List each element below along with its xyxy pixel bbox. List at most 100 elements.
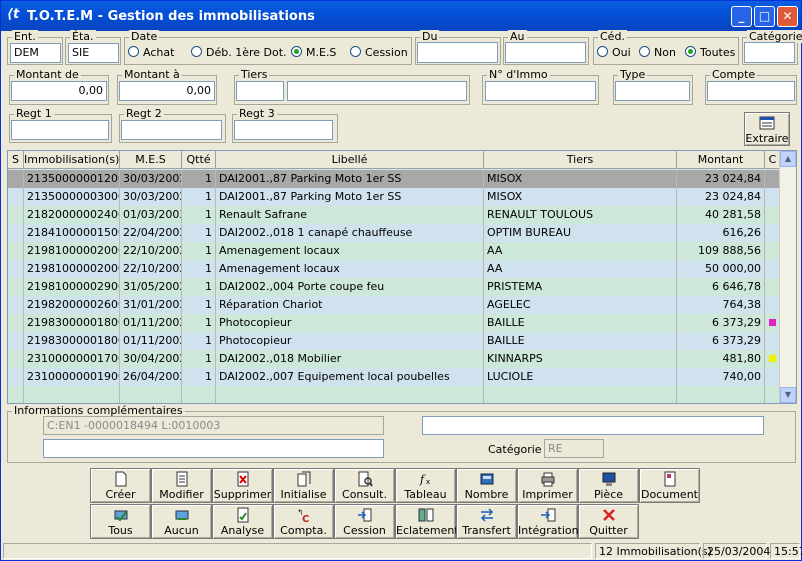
cell-mes: 22/04/2002	[120, 224, 182, 242]
cell-mes: 26/04/2002	[120, 368, 182, 386]
regt3-input[interactable]	[234, 120, 333, 140]
info-field-1: C:EN1 -0000018494 L:0010003	[43, 416, 384, 435]
table-row[interactable]: 21350000003000030/03/20021DAI2001.,87 Pa…	[8, 188, 781, 206]
col-libelle[interactable]: Libellé	[216, 151, 484, 169]
col-mes[interactable]: M.E.S	[120, 151, 182, 169]
cell-mes: 01/03/2003	[120, 206, 182, 224]
maximize-button[interactable]: □	[754, 6, 775, 27]
radio-deb-dot[interactable]: Déb. 1ère Dot.	[191, 46, 287, 59]
nombre-button[interactable]: Nombre	[456, 468, 517, 503]
categorie-input[interactable]	[744, 42, 795, 63]
document-button[interactable]: Document	[639, 468, 700, 503]
radio-oui[interactable]: Oui	[597, 46, 631, 59]
col-immobilisation[interactable]: Immobilisation(s)	[24, 151, 120, 169]
imprimer-label: Imprimer	[522, 488, 573, 501]
radio-dot	[128, 46, 139, 57]
imprimer-button[interactable]: Imprimer	[517, 468, 578, 503]
cell-libelle: Réparation Chariot	[216, 296, 484, 314]
cell-empty	[182, 386, 216, 403]
table-row[interactable]: 21983000001800001/11/20021PhotocopieurBA…	[8, 314, 781, 332]
cell-tiers: AA	[484, 260, 677, 278]
cell-immo: 218410000015000	[24, 224, 120, 242]
info-field-3	[43, 439, 384, 458]
radio-non[interactable]: Non	[639, 46, 676, 59]
compta-button[interactable]: ↰ C Compta.	[273, 504, 334, 539]
table-row[interactable]: 21350000001200030/03/20021DAI2001.,87 Pa…	[8, 170, 781, 188]
radio-mes[interactable]: M.E.S	[291, 46, 336, 59]
quitter-label: Quitter	[589, 524, 628, 537]
info-categorie-label: Catégorie	[488, 443, 542, 456]
cell-empty	[24, 386, 120, 403]
montant-de-input[interactable]: 0,00	[11, 81, 107, 101]
cell-tiers: PRISTEMA	[484, 278, 677, 296]
aucun-button[interactable]: Aucun	[151, 504, 212, 539]
transfert-button[interactable]: Transfert	[456, 504, 517, 539]
status-empty	[3, 543, 592, 559]
eta-input[interactable]: SIE	[68, 43, 119, 63]
cession-button[interactable]: Cession	[334, 504, 395, 539]
compte-input[interactable]	[707, 81, 795, 101]
supprimer-button[interactable]: Supprimer	[212, 468, 273, 503]
num-immo-label: N° d'Immo	[487, 68, 550, 81]
table-row[interactable]: 23100000001900026/04/20021DAI2002.,007 E…	[8, 368, 781, 386]
tiers-input[interactable]	[287, 81, 467, 101]
creer-button[interactable]: Créer	[90, 468, 151, 503]
extraire-button[interactable]: Extraire	[744, 112, 790, 146]
minimize-button[interactable]: _	[731, 6, 752, 27]
close-button[interactable]: ✕	[777, 6, 798, 27]
monitor-icon	[601, 471, 617, 487]
immobilisations-table[interactable]: S Immobilisation(s) M.E.S Qtté Libellé T…	[7, 150, 797, 404]
type-input[interactable]	[615, 81, 690, 101]
cell-montant: 616,26	[677, 224, 765, 242]
du-input[interactable]	[417, 42, 498, 63]
integration-label: Intégration	[518, 524, 579, 537]
table-row[interactable]: 21841000001500022/04/20021DAI2002.,018 1…	[8, 224, 781, 242]
cell-tiers: BAILLE	[484, 314, 677, 332]
regt1-input[interactable]	[11, 120, 109, 140]
cell-mes: 01/11/2002	[120, 314, 182, 332]
radio-toutes[interactable]: Toutes	[685, 46, 735, 59]
eclatement-button[interactable]: Eclatement	[395, 504, 459, 539]
piece-button[interactable]: Pièce	[578, 468, 639, 503]
function-icon: fx	[418, 471, 434, 487]
integration-button[interactable]: Intégration	[517, 504, 579, 539]
table-row[interactable]: 21982000002600031/01/20021Réparation Cha…	[8, 296, 781, 314]
num-immo-input[interactable]	[485, 81, 596, 101]
consult-icon	[357, 471, 373, 487]
radio-dot	[350, 46, 361, 57]
col-s[interactable]: S	[8, 151, 24, 169]
scroll-down-arrow-icon[interactable]: ▼	[780, 387, 796, 403]
col-tiers[interactable]: Tiers	[484, 151, 677, 169]
cell-montant: 50 000,00	[677, 260, 765, 278]
regt2-input[interactable]	[121, 120, 222, 140]
nombre-label: Nombre	[464, 488, 509, 501]
table-row[interactable]: 21981000002000122/10/20021Amenagement lo…	[8, 260, 781, 278]
cell-mes: 30/03/2002	[120, 170, 182, 188]
col-montant[interactable]: Montant	[677, 151, 765, 169]
montant-a-input[interactable]: 0,00	[119, 81, 215, 101]
tiers-code-input[interactable]	[236, 81, 284, 101]
table-row[interactable]: 21981000002900031/05/20021DAI2002.,004 P…	[8, 278, 781, 296]
radio-achat[interactable]: Achat	[128, 46, 174, 59]
table-header: S Immobilisation(s) M.E.S Qtté Libellé T…	[8, 151, 796, 169]
table-row[interactable]: 21820000002400001/03/20031Renault Safran…	[8, 206, 781, 224]
analyse-button[interactable]: Analyse	[212, 504, 273, 539]
modifier-button[interactable]: Modifier	[151, 468, 212, 503]
tableau-button[interactable]: f x Tableau	[395, 468, 456, 503]
table-row[interactable]: 21981000002000022/10/20021Amenagement lo…	[8, 242, 781, 260]
supprimer-label: Supprimer	[213, 488, 272, 501]
tous-button[interactable]: Tous	[90, 504, 151, 539]
initialise-button[interactable]: Initialise	[273, 468, 334, 503]
col-qte[interactable]: Qtté	[182, 151, 216, 169]
table-scrollbar[interactable]: ▲ ▼	[779, 151, 796, 403]
cell-immo: 218200000024000	[24, 206, 120, 224]
table-row[interactable]: 21983000001800001/11/20021PhotocopieurBA…	[8, 332, 781, 350]
quitter-button[interactable]: Quitter	[578, 504, 639, 539]
table-row[interactable]: 23100000001700030/04/20021DAI2002.,018 M…	[8, 350, 781, 368]
montant-de-label: Montant de	[14, 68, 81, 81]
au-input[interactable]	[505, 42, 586, 63]
scroll-up-arrow-icon[interactable]: ▲	[780, 151, 796, 167]
radio-cession[interactable]: Cession	[350, 46, 408, 59]
consult-button[interactable]: Consult.	[334, 468, 395, 503]
ent-input[interactable]: DEM	[10, 43, 61, 63]
